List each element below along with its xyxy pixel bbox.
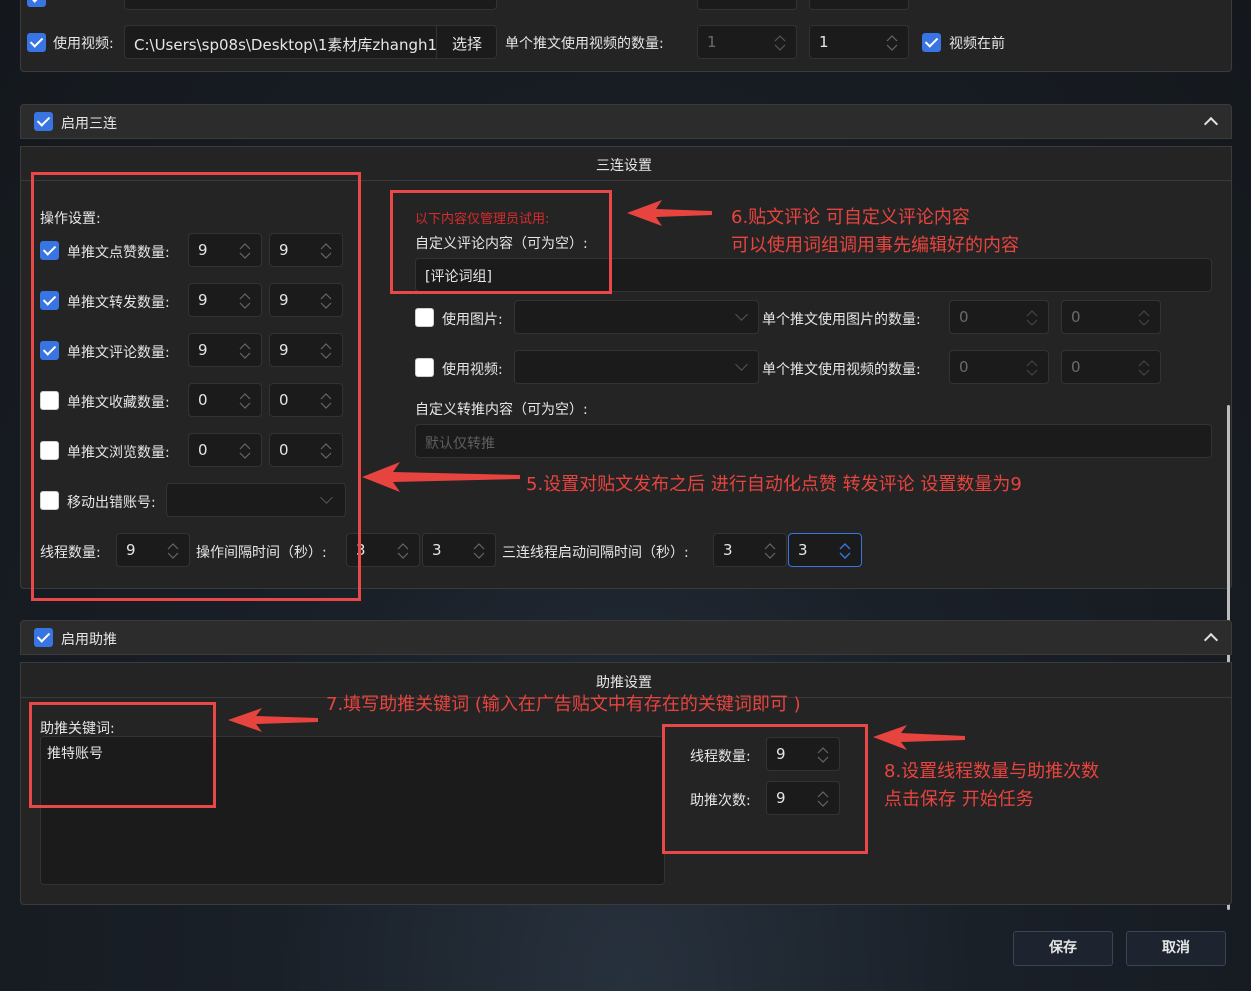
annotation-8-line1: 8.设置线程数量与助推次数 <box>884 761 1100 782</box>
annotation-6-line1: 6.贴文评论 可自定义评论内容 <box>731 207 970 228</box>
arrow-left-icon <box>873 725 965 750</box>
annotation-5: 5.设置对贴文发布之后 进行自动化点赞 转发评论 设置数量为9 <box>526 474 1022 495</box>
annotation-6-line2: 可以使用词组调用事先编辑好的内容 <box>731 235 1019 256</box>
annotation-8-line2: 点击保存 开始任务 <box>884 789 1034 810</box>
annotation-7: 7.填写助推关键词 (输入在广告贴文中有存在的关键词即可 ) <box>326 694 801 715</box>
arrow-left-icon <box>627 200 712 226</box>
arrow-left-icon <box>362 462 520 492</box>
arrow-left-icon <box>228 708 318 732</box>
